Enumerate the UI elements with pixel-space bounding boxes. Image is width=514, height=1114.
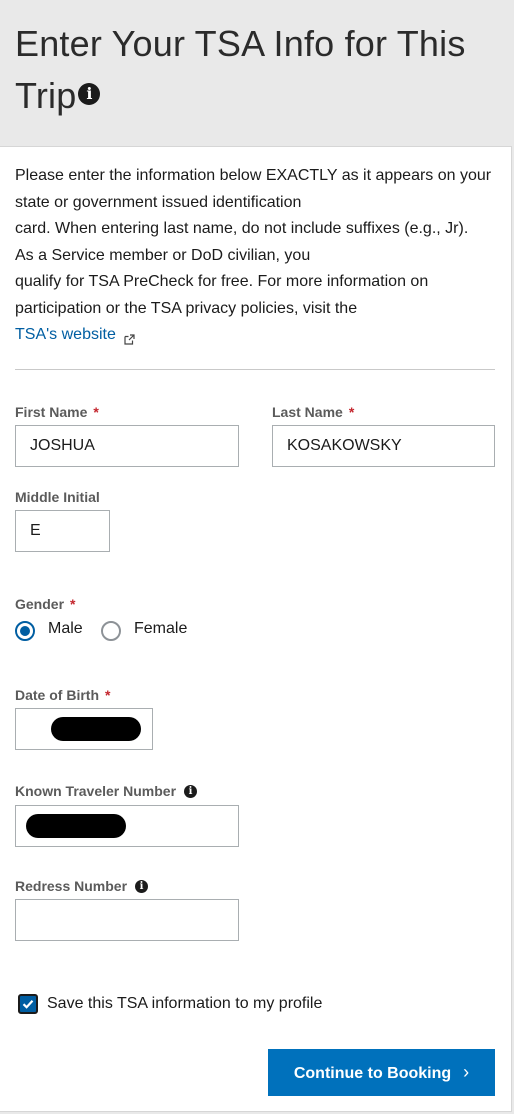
required-marker: * [105,687,111,703]
gender-female-label[interactable]: Female [134,620,187,638]
section-divider [15,369,495,370]
known-traveler-number-label: Known Traveler Number i [15,783,198,799]
chevron-right-icon: › [463,1062,470,1082]
first-name-label: First Name * [15,404,99,420]
info-icon[interactable]: i [78,83,101,106]
date-of-birth-label: Date of Birth * [15,687,111,703]
redaction-mark [51,717,141,741]
redaction-mark [26,814,126,838]
page-title: Enter Your TSA Info for This Trip i [15,23,466,116]
save-profile-checkbox[interactable] [18,994,38,1014]
intro-line: card. When entering last name, do not in… [15,220,469,237]
tsa-website-link-row: TSA's website [15,322,500,349]
save-profile-label[interactable]: Save this TSA information to my profile [47,995,322,1013]
intro-line: state or government issued identificatio… [15,193,302,211]
checkmark-icon [22,1000,34,1009]
intro-line: As a Service member or DoD civilian, you [15,246,311,264]
gender-male-label[interactable]: Male [48,620,83,638]
redress-number-input[interactable] [15,899,239,941]
tsa-website-link[interactable]: TSA's website [15,326,116,343]
date-of-birth-input[interactable] [15,708,153,750]
intro-line: qualify for TSA PreCheck for free. For m… [15,273,429,290]
tsa-form-card: Please enter the information below EXACT… [0,146,512,1112]
last-name-label: Last Name * [272,404,355,420]
intro-text: Please enter the information below EXACT… [15,163,500,349]
gender-label: Gender * [15,596,76,612]
last-name-input[interactable]: KOSAKOWSKY [272,425,495,467]
required-marker: * [93,404,99,420]
intro-line: Please enter the information below EXACT… [15,167,492,184]
page-header: Enter Your TSA Info for This Trip i [0,0,514,146]
gender-male-radio[interactable] [15,621,35,641]
middle-initial-input[interactable]: E [15,510,110,552]
intro-line: participation or the TSA privacy policie… [15,299,358,317]
gender-female-radio[interactable] [101,621,121,641]
external-link-icon [124,328,135,345]
middle-initial-label: Middle Initial [15,489,100,505]
info-icon[interactable]: i [135,879,149,893]
redress-number-label: Redress Number i [15,878,149,894]
required-marker: * [348,404,355,420]
known-traveler-number-input[interactable] [15,805,239,847]
info-icon[interactable]: i [184,784,198,798]
required-marker: * [70,596,76,612]
first-name-input[interactable]: JOSHUA [15,425,239,467]
continue-to-booking-button[interactable]: Continue to Booking › [268,1049,495,1096]
